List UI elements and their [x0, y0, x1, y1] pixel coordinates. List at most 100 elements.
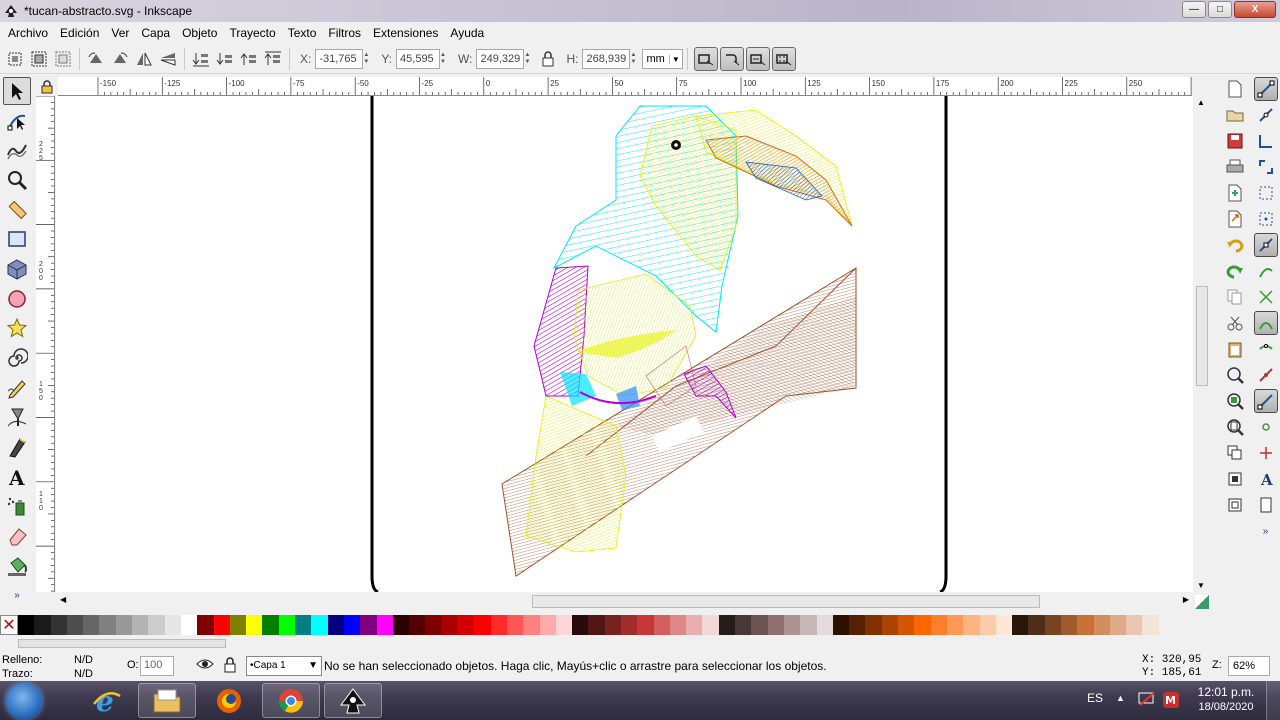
- spiral-tool-icon[interactable]: [3, 344, 31, 372]
- no-paint-swatch[interactable]: ✕: [0, 615, 18, 635]
- palette-swatch[interactable]: [327, 615, 344, 635]
- start-button[interactable]: [6, 683, 42, 719]
- palette-swatch[interactable]: [1061, 615, 1078, 635]
- palette-swatch[interactable]: [441, 615, 459, 635]
- palette-swatch[interactable]: [881, 615, 899, 635]
- eye-icon[interactable]: [196, 657, 214, 674]
- palette-swatch[interactable]: [653, 615, 670, 635]
- opacity-field[interactable]: 100: [140, 656, 174, 676]
- snap-bbox-icon[interactable]: [1254, 103, 1278, 127]
- horizontal-scrollbar[interactable]: ◀ ▶: [56, 593, 1193, 610]
- palette-swatch[interactable]: [751, 615, 768, 635]
- fill-stroke-indicator[interactable]: Relleno: N/D Trazo: N/D: [2, 653, 93, 681]
- selector-tool-icon[interactable]: [3, 77, 31, 105]
- canvas-corner-icon[interactable]: [1195, 595, 1209, 609]
- scale-stroke-toggle[interactable]: [693, 47, 718, 71]
- palette-swatch[interactable]: [604, 615, 621, 635]
- palette-swatch[interactable]: [262, 615, 279, 635]
- zoom-field[interactable]: 62%: [1228, 656, 1270, 676]
- palette-swatch[interactable]: [311, 615, 328, 635]
- export-icon[interactable]: [1223, 207, 1247, 231]
- import-icon[interactable]: [1223, 181, 1247, 205]
- antivirus-icon[interactable]: M: [1162, 691, 1180, 712]
- palette-swatch[interactable]: [735, 615, 752, 635]
- lower-icon[interactable]: [214, 48, 236, 70]
- raise-icon[interactable]: [238, 48, 260, 70]
- palette-swatch[interactable]: [767, 615, 784, 635]
- menu-texto[interactable]: Texto: [282, 26, 323, 40]
- snap-enable-icon[interactable]: [1253, 77, 1278, 101]
- menu-ayuda[interactable]: Ayuda: [444, 26, 490, 40]
- palette-swatch[interactable]: [1044, 615, 1061, 635]
- palette-swatch[interactable]: [278, 615, 296, 635]
- save-icon[interactable]: [1223, 129, 1247, 153]
- palette-swatch[interactable]: [539, 615, 556, 635]
- show-desktop-button[interactable]: [1266, 681, 1280, 720]
- flip-vertical-icon[interactable]: [157, 48, 179, 70]
- layer-lock-icon[interactable]: [223, 656, 237, 677]
- palette-swatch[interactable]: [180, 615, 198, 635]
- h-field[interactable]: 268,939: [582, 49, 631, 69]
- scroll-right-arrow-icon[interactable]: ▶: [1183, 595, 1189, 604]
- menu-objeto[interactable]: Objeto: [176, 26, 223, 40]
- palette-swatch[interactable]: [637, 615, 654, 635]
- palette-swatch[interactable]: [474, 615, 491, 635]
- zoom-page-icon[interactable]: [1223, 415, 1247, 439]
- snap-cusp-nodes-icon[interactable]: [1253, 311, 1278, 335]
- minimize-button[interactable]: —: [1182, 1, 1206, 18]
- zoom-selection-icon[interactable]: [1223, 363, 1247, 387]
- snap-bbox-midpoints-icon[interactable]: [1254, 181, 1278, 205]
- palette-swatch[interactable]: [1012, 615, 1029, 635]
- palette-swatch[interactable]: [995, 615, 1013, 635]
- unit-select[interactable]: mm ▼: [642, 49, 683, 69]
- palette-swatch[interactable]: [1077, 615, 1094, 635]
- layer-select[interactable]: •Capa 1 ▼: [246, 656, 322, 676]
- firefox-icon[interactable]: [200, 683, 258, 718]
- inkscape-taskbar-icon[interactable]: [324, 683, 382, 718]
- new-document-icon[interactable]: [1223, 77, 1247, 101]
- palette-swatch[interactable]: [816, 615, 833, 635]
- snap-smooth-nodes-icon[interactable]: [1254, 337, 1278, 361]
- palette-swatch[interactable]: [392, 615, 410, 635]
- lock-guides-icon[interactable]: [36, 77, 58, 96]
- ellipse-tool-icon[interactable]: [3, 285, 31, 313]
- snap-page-border-icon[interactable]: [1254, 493, 1278, 517]
- undo-icon[interactable]: [1223, 233, 1247, 257]
- redo-icon[interactable]: [1223, 259, 1247, 283]
- palette-swatch[interactable]: [930, 615, 947, 635]
- tweak-tool-icon[interactable]: [3, 136, 31, 164]
- transform-gradients-toggle[interactable]: [745, 47, 770, 71]
- zoom-drawing-icon[interactable]: [1223, 389, 1247, 413]
- deselect-icon[interactable]: [52, 48, 74, 70]
- scroll-left-arrow-icon[interactable]: ◀: [60, 595, 66, 604]
- pen-tool-icon[interactable]: [3, 403, 31, 431]
- palette-scroll-thumb[interactable]: [18, 639, 226, 648]
- palette-swatch[interactable]: [506, 615, 524, 635]
- palette-swatch[interactable]: [490, 615, 507, 635]
- internet-explorer-icon[interactable]: e: [78, 683, 136, 718]
- w-spinner[interactable]: ▲ ▼: [524, 49, 534, 69]
- snap-centers-icon[interactable]: [1254, 415, 1278, 439]
- palette-swatch[interactable]: [1093, 615, 1110, 635]
- palette-swatch[interactable]: [376, 615, 393, 635]
- palette-swatch[interactable]: [148, 615, 165, 635]
- palette-swatch[interactable]: [1109, 615, 1127, 635]
- snap-text-baseline-icon[interactable]: A: [1254, 467, 1278, 491]
- palette-swatch[interactable]: [50, 615, 67, 635]
- drawing-canvas[interactable]: [56, 96, 1193, 592]
- palette-swatch[interactable]: [832, 615, 850, 635]
- close-button[interactable]: X: [1234, 1, 1276, 18]
- x-spinner[interactable]: ▲ ▼: [363, 49, 373, 69]
- palette-swatch[interactable]: [18, 615, 35, 635]
- select-all-layers-icon[interactable]: [28, 48, 50, 70]
- palette-swatch[interactable]: [555, 615, 573, 635]
- palette-swatch[interactable]: [523, 615, 540, 635]
- menu-trayecto[interactable]: Trayecto: [223, 26, 281, 40]
- palette-swatch[interactable]: [849, 615, 866, 635]
- palette-swatch[interactable]: [1126, 615, 1143, 635]
- eraser-tool-icon[interactable]: [3, 522, 31, 550]
- expand-snap-bar-icon[interactable]: »: [1254, 519, 1278, 543]
- menu-extensiones[interactable]: Extensiones: [367, 26, 444, 40]
- lower-to-bottom-icon[interactable]: [190, 48, 212, 70]
- palette-swatch[interactable]: [800, 615, 817, 635]
